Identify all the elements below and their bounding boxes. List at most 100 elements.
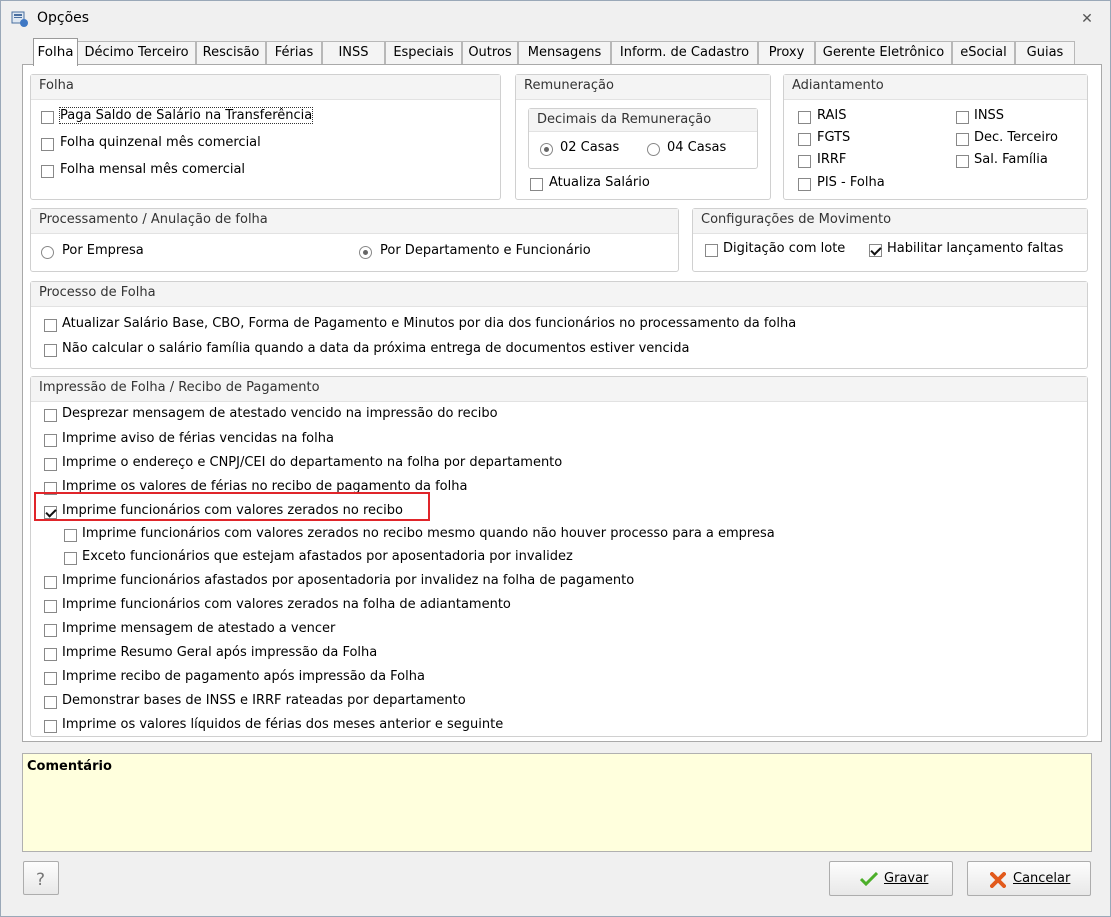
app-icon	[11, 11, 28, 27]
save-button[interactable]: Gravar	[829, 861, 953, 896]
impressao-label: Imprime os valores líquidos de férias do…	[62, 717, 504, 732]
processamento-group-title: Processamento / Anulação de folha	[31, 209, 678, 234]
close-icon[interactable]: ✕	[1077, 9, 1097, 29]
impressao-label: Demonstrar bases de INSS e IRRF rateadas…	[62, 693, 466, 708]
radio-por-departamento[interactable]	[359, 246, 372, 259]
checkbox-nao-calcular-salario-familia[interactable]	[44, 344, 57, 357]
tab-guias[interactable]: Guias	[1015, 41, 1075, 64]
label-dec-terceiro: Dec. Terceiro	[974, 130, 1058, 145]
checkbox-paga-saldo[interactable]	[41, 111, 54, 124]
window-title: Opções	[37, 10, 90, 26]
label-nao-calcular-salario-familia: Não calcular o salário família quando a …	[62, 341, 690, 356]
checkbox-dec-terceiro[interactable]	[956, 133, 969, 146]
processamento-group: Processamento / Anulação de folha	[30, 208, 679, 272]
comment-area[interactable]: Comentário	[22, 753, 1092, 852]
impressao-label: Exceto funcionários que estejam afastado…	[82, 549, 573, 564]
config-movimento-group-title: Configurações de Movimento	[693, 209, 1087, 234]
label-inss: INSS	[974, 108, 1005, 123]
impressao-label: Desprezar mensagem de atestado vencido n…	[62, 406, 498, 421]
tab-inss[interactable]: INSS	[322, 41, 385, 64]
checkbox-folha-quinzenal[interactable]	[41, 138, 54, 151]
radio-por-empresa[interactable]	[41, 246, 54, 259]
help-button[interactable]: ?	[23, 861, 59, 895]
tab-d-cimo-terceiro[interactable]: Décimo Terceiro	[77, 41, 196, 64]
impressao-label: Imprime recibo de pagamento após impress…	[62, 669, 425, 684]
impressao-checkbox[interactable]	[44, 720, 57, 733]
impressao-label: Imprime Resumo Geral após impressão da F…	[62, 645, 378, 660]
impressao-checkbox[interactable]	[44, 600, 57, 613]
title-bar: Opções ✕	[1, 1, 1110, 37]
label-por-empresa: Por Empresa	[62, 243, 144, 258]
tab-rescis-o[interactable]: Rescisão	[196, 41, 266, 64]
remuneracao-group-title: Remuneração	[516, 75, 770, 100]
label-rais: RAIS	[817, 108, 847, 123]
impressao-label: Imprime funcionários com valores zerados…	[62, 597, 511, 612]
impressao-label: Imprime funcionários afastados por apose…	[62, 573, 635, 588]
label-fgts: FGTS	[817, 130, 851, 145]
decimais-group-title: Decimais da Remuneração	[529, 109, 757, 132]
decimais-group: Decimais da Remuneração	[528, 108, 758, 169]
checkbox-fgts[interactable]	[798, 133, 811, 146]
checkbox-rais[interactable]	[798, 111, 811, 124]
radio-02-casas[interactable]	[540, 143, 553, 156]
label-folha-quinzenal: Folha quinzenal mês comercial	[60, 135, 261, 150]
label-por-departamento: Por Departamento e Funcionário	[380, 243, 591, 258]
cancel-button[interactable]: Cancelar	[967, 861, 1091, 896]
label-habilitar-faltas: Habilitar lançamento faltas	[887, 241, 1064, 256]
impressao-checkbox[interactable]	[44, 696, 57, 709]
tab-gerente-eletr-nico[interactable]: Gerente Eletrônico	[815, 41, 952, 64]
tab-especiais[interactable]: Especiais	[385, 41, 462, 64]
highlight-box	[34, 492, 430, 521]
checkbox-folha-mensal[interactable]	[41, 165, 54, 178]
impressao-checkbox[interactable]	[64, 529, 77, 542]
checkbox-digitacao-lote[interactable]	[705, 244, 718, 257]
save-label: Gravar	[884, 871, 929, 886]
help-label: ?	[36, 870, 46, 890]
impressao-label: Imprime o endereço e CNPJ/CEI do departa…	[62, 455, 563, 470]
radio-04-casas[interactable]	[647, 143, 660, 156]
impressao-checkbox[interactable]	[44, 672, 57, 685]
impressao-label: Imprime funcionários com valores zerados…	[82, 526, 775, 541]
impressao-checkbox[interactable]	[44, 434, 57, 447]
adiantamento-group-title: Adiantamento	[784, 75, 1087, 100]
impressao-group-title: Impressão de Folha / Recibo de Pagamento	[31, 377, 1087, 402]
checkbox-sal-familia[interactable]	[956, 155, 969, 168]
label-02-casas: 02 Casas	[560, 140, 620, 155]
processo-folha-group-title: Processo de Folha	[31, 282, 1087, 307]
impressao-label: Imprime aviso de férias vencidas na folh…	[62, 431, 334, 446]
comment-title: Comentário	[27, 759, 112, 774]
checkbox-irrf[interactable]	[798, 155, 811, 168]
tab-folha[interactable]: Folha	[33, 38, 78, 66]
impressao-checkbox[interactable]	[64, 552, 77, 565]
impressao-checkbox[interactable]	[44, 648, 57, 661]
label-paga-saldo: Paga Saldo de Salário na Transferência	[58, 107, 314, 124]
tab-esocial[interactable]: eSocial	[952, 41, 1015, 64]
impressao-checkbox[interactable]	[44, 624, 57, 637]
impressao-checkbox[interactable]	[44, 576, 57, 589]
tab-proxy[interactable]: Proxy	[758, 41, 815, 64]
options-window: Opções ✕ Folha Décimo Terceiro Rescisão Fér…	[0, 0, 1111, 917]
label-sal-familia: Sal. Família	[974, 152, 1048, 167]
label-digitacao-lote: Digitação com lote	[723, 241, 846, 256]
impressao-checkbox[interactable]	[44, 409, 57, 422]
label-atualizar-salario-base: Atualizar Salário Base, CBO, Forma de Pa…	[62, 316, 797, 331]
checkbox-atualiza-salario[interactable]	[530, 178, 543, 191]
impressao-checkbox[interactable]	[44, 458, 57, 471]
checkbox-pis-folha[interactable]	[798, 178, 811, 191]
label-folha-mensal: Folha mensal mês comercial	[60, 162, 246, 177]
label-04-casas: 04 Casas	[667, 140, 727, 155]
tab-outros[interactable]: Outros	[462, 41, 518, 64]
label-atualiza-salario: Atualiza Salário	[549, 175, 650, 190]
folha-group-title: Folha	[31, 75, 500, 100]
tab-mensagens[interactable]: Mensagens	[518, 41, 611, 64]
tab-inform-de-cadastro[interactable]: Inform. de Cadastro	[611, 41, 758, 64]
checkbox-habilitar-faltas[interactable]	[869, 244, 882, 257]
checkbox-inss[interactable]	[956, 111, 969, 124]
label-pis-folha: PIS - Folha	[817, 175, 885, 190]
impressao-label: Imprime mensagem de atestado a vencer	[62, 621, 336, 636]
checkbox-atualizar-salario-base[interactable]	[44, 319, 57, 332]
checkmark-icon	[860, 872, 878, 886]
tab-f-rias[interactable]: Férias	[266, 41, 322, 64]
config-movimento-group: Configurações de Movimento	[692, 208, 1088, 272]
label-irrf: IRRF	[817, 152, 847, 167]
